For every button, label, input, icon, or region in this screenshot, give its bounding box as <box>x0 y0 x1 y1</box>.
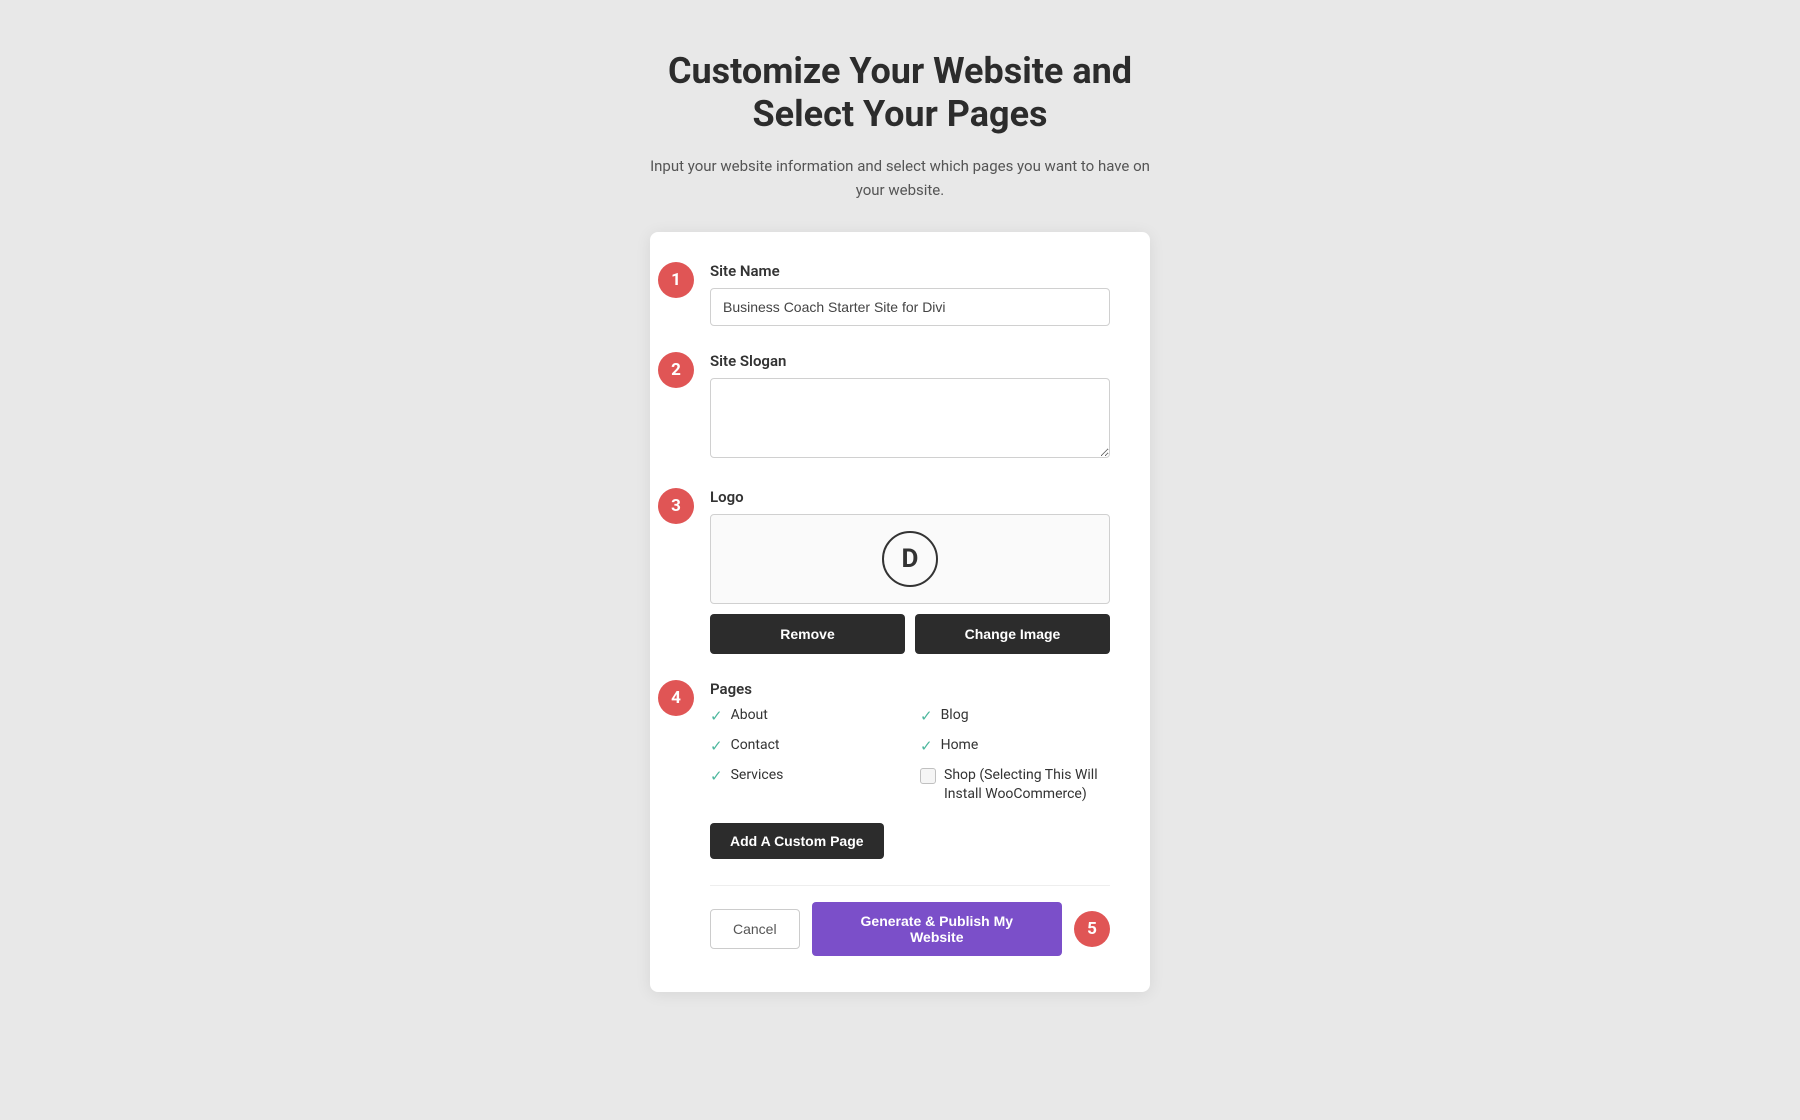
step4-label: Pages <box>710 680 1110 698</box>
check-icon-services: ✓ <box>710 767 723 785</box>
checkbox-shop[interactable] <box>920 768 936 784</box>
add-custom-page-button[interactable]: Add A Custom Page <box>710 823 884 859</box>
step1-badge: 1 <box>658 262 694 298</box>
page-subtitle: Input your website information and selec… <box>650 154 1150 202</box>
logo-circle: D <box>882 531 938 587</box>
check-icon-contact: ✓ <box>710 737 723 755</box>
step2-badge: 2 <box>658 352 694 388</box>
step1-label: Site Name <box>710 262 1110 280</box>
page-label-about: About <box>731 706 768 726</box>
page-label-contact: Contact <box>731 736 780 756</box>
page-item-contact: ✓ Contact <box>710 736 900 756</box>
step5-badge: 5 <box>1074 911 1110 947</box>
site-name-input[interactable] <box>710 288 1110 326</box>
step4-badge: 4 <box>658 680 694 716</box>
step3-badge: 3 <box>658 488 694 524</box>
pages-grid: ✓ About ✓ Blog ✓ Contact ✓ Home ✓ Servic… <box>710 706 1110 804</box>
step2-label: Site Slogan <box>710 352 1110 370</box>
step1-section: 1 Site Name <box>710 262 1110 326</box>
page-label-shop: Shop (Selecting This Will Install WooCom… <box>944 766 1110 805</box>
form-card: 1 Site Name 2 Site Slogan 3 Logo D Remov… <box>650 232 1150 991</box>
page-item-home: ✓ Home <box>920 736 1110 756</box>
step2-section: 2 Site Slogan <box>710 352 1110 462</box>
page-title: Customize Your Website and Select Your P… <box>668 50 1132 136</box>
check-icon-blog: ✓ <box>920 707 933 725</box>
page-item-shop: Shop (Selecting This Will Install WooCom… <box>920 766 1110 805</box>
logo-buttons: Remove Change Image <box>710 614 1110 654</box>
page-item-about: ✓ About <box>710 706 900 726</box>
remove-logo-button[interactable]: Remove <box>710 614 905 654</box>
step3-section: 3 Logo D Remove Change Image <box>710 488 1110 654</box>
page-label-services: Services <box>731 766 784 786</box>
page-label-blog: Blog <box>941 706 969 726</box>
cancel-button[interactable]: Cancel <box>710 909 800 949</box>
page-label-home: Home <box>941 736 979 756</box>
page-item-blog: ✓ Blog <box>920 706 1110 726</box>
page-item-services: ✓ Services <box>710 766 900 805</box>
step3-label: Logo <box>710 488 1110 506</box>
logo-preview: D <box>710 514 1110 604</box>
step4-section: 4 Pages ✓ About ✓ Blog ✓ Contact ✓ Home <box>710 680 1110 858</box>
change-image-button[interactable]: Change Image <box>915 614 1110 654</box>
check-icon-home: ✓ <box>920 737 933 755</box>
action-row: Cancel Generate & Publish My Website 5 <box>710 885 1110 956</box>
publish-button[interactable]: Generate & Publish My Website <box>812 902 1062 956</box>
site-slogan-input[interactable] <box>710 378 1110 458</box>
check-icon-about: ✓ <box>710 707 723 725</box>
